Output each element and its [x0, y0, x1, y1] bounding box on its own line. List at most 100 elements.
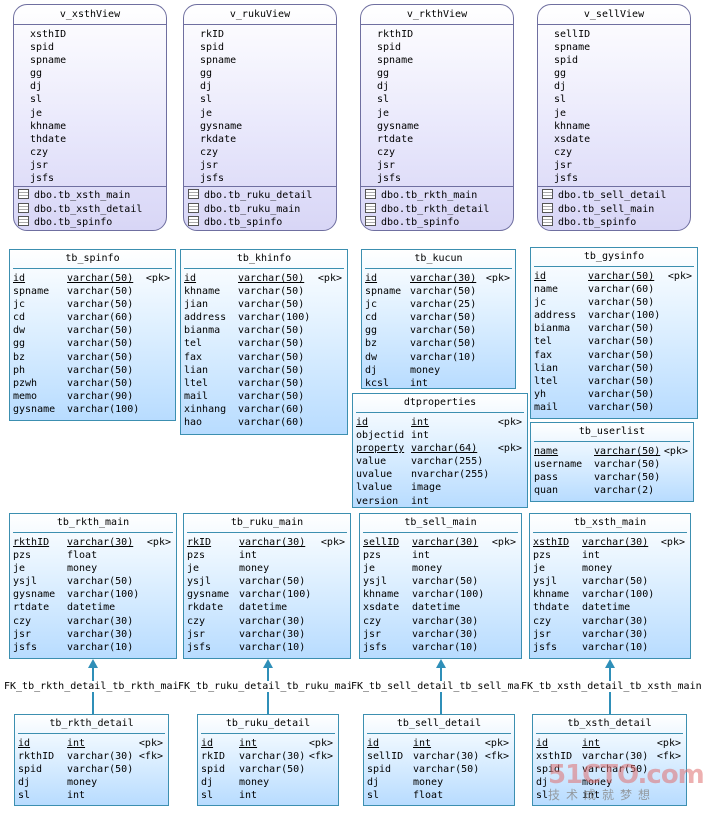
table-tb-userlist: tb_userlist name varchar(50) <pk> username va… [530, 422, 694, 502]
table-row: spid varchar(50) [367, 763, 511, 776]
column-type: varchar(60) [238, 417, 305, 429]
column-type: varchar(100) [67, 403, 140, 415]
column-type: varchar(100) [67, 589, 140, 601]
column-name: mail [534, 401, 559, 413]
table-icon [188, 202, 199, 213]
table-row: id varchar(50) <pk> [184, 272, 344, 285]
view-column: thdate [30, 133, 67, 145]
table-row: pzs int [533, 549, 687, 562]
column-name: jsfs [533, 641, 558, 653]
column-name: pzs [363, 550, 382, 562]
table-row: dw varchar(50) [13, 324, 172, 337]
table-icon [542, 202, 553, 213]
table-row: khname varchar(50) [184, 285, 344, 298]
column-name: id [184, 273, 197, 284]
view-source-table-name: dbo.tb_sell_detail [558, 190, 667, 201]
table-row: jsfs varchar(10) [13, 641, 173, 654]
table-row: ph varchar(50) [13, 364, 172, 377]
view-column: jsfs [30, 173, 55, 185]
column-key: <pk> [317, 273, 342, 284]
column-type: varchar(30) [239, 537, 306, 548]
view-column: je [30, 107, 43, 119]
table-columns: id varchar(30) <pk> spname varchar(50) jc varc… [362, 269, 515, 389]
table-row: id int <pk> [201, 737, 335, 750]
view-source-table: dbo.tb_xsth_main [18, 189, 166, 203]
column-type: varchar(50) [588, 271, 655, 282]
table-tb-gysinfo: tb_gysinfo id varchar(50) <pk> name varchar(6… [530, 247, 698, 419]
table-title: tb_userlist [534, 423, 690, 442]
table-tb-sell-detail: tb_sell_detail id int <pk> sellID varchar(30)… [363, 714, 515, 806]
table-columns: id int <pk> objectid int property varchar(64) <… [353, 413, 527, 507]
column-type: varchar(50) [239, 764, 306, 776]
column-type: varchar(50) [410, 325, 477, 337]
table-row: id varchar(30) <pk> [365, 272, 512, 285]
watermark-slogan: 技术成就梦想 [548, 788, 657, 802]
column-type: varchar(30) [582, 537, 649, 548]
table-title: tb_gysinfo [534, 248, 694, 267]
view-column: sellID [554, 29, 591, 40]
column-name: jian [184, 299, 209, 311]
table-columns: id varchar(50) <pk> khname varchar(50) jian va… [181, 269, 347, 429]
table-columns: rkthID varchar(30) <pk> pzs float je money ysjl… [10, 533, 176, 654]
table-tb-sell-main: tb_sell_main sellID varchar(30) <pk> pzs int j… [359, 513, 522, 659]
column-type: int [410, 377, 429, 389]
table-tb-kucun: tb_kucun id varchar(30) <pk> spname varchar(5… [361, 249, 516, 389]
view-source-tables: dbo.tb_xsth_main dbo.tb_xsth_detail dbo.tb… [14, 187, 166, 230]
table-row: czy varchar(30) [533, 615, 687, 628]
column-type: varchar(30) [412, 628, 479, 640]
view-source-table-name: dbo.tb_rkth_detail [381, 203, 490, 215]
column-name: gysname [13, 403, 56, 415]
view-column: je [200, 107, 213, 119]
view-source-table-name: dbo.tb_ruku_detail [204, 190, 313, 201]
column-name: yh [534, 388, 547, 400]
column-name: ph [13, 364, 26, 376]
column-name: khname [363, 589, 400, 601]
column-type: varchar(64) [411, 443, 478, 455]
view-column: dj [30, 81, 43, 93]
view-column: sl [377, 94, 390, 106]
view-column: gg [30, 68, 43, 80]
column-type: int [582, 738, 601, 749]
column-name: spid [367, 764, 392, 776]
column-name: id [365, 273, 378, 284]
view-source-table-name: dbo.tb_sell_main [558, 203, 655, 215]
view-source-table: dbo.tb_rkth_main [365, 189, 513, 203]
view-column: spname [554, 42, 591, 54]
column-name: je [363, 563, 376, 575]
table-row: xsdate datetime [363, 601, 518, 614]
column-name: lvalue [356, 482, 393, 494]
fk-arrow-icon [605, 659, 615, 668]
column-type: varchar(100) [412, 589, 485, 601]
column-type: varchar(10) [582, 641, 649, 653]
column-key: <pk> [491, 537, 516, 548]
column-name: ysjl [187, 576, 212, 588]
view-title: v_sellView [538, 5, 690, 25]
view-column: sl [200, 94, 213, 106]
column-name: kcsl [365, 377, 390, 389]
column-type: varchar(30) [412, 537, 479, 548]
column-type: varchar(50) [238, 390, 305, 402]
column-type: varchar(10) [67, 641, 134, 653]
column-type: varchar(50) [410, 338, 477, 350]
column-type: int [67, 738, 86, 749]
column-name: pzwh [13, 377, 38, 389]
table-row: jsfs varchar(10) [187, 641, 347, 654]
table-icon [188, 189, 199, 199]
column-name: khname [184, 286, 221, 298]
column-type: varchar(50) [588, 323, 655, 335]
column-type: varchar(50) [238, 299, 305, 311]
table-row: name varchar(50) <pk> [534, 445, 690, 458]
column-key: <pk> [663, 446, 688, 457]
column-type: varchar(50) [238, 338, 305, 350]
view-source-table-name: dbo.tb_xsth_detail [34, 203, 143, 215]
column-name: spid [201, 764, 226, 776]
column-name: pzs [13, 550, 32, 562]
table-title: tb_khinfo [184, 250, 344, 269]
table-title: tb_ruku_main [187, 514, 347, 533]
view-source-table-name: dbo.tb_spinfo [34, 217, 113, 229]
table-icon [18, 189, 29, 199]
column-type: varchar(100) [238, 312, 311, 324]
view-column: dj [377, 81, 390, 93]
table-row: sellID varchar(30) <pk> [363, 536, 518, 549]
table-row: thdate datetime [533, 601, 687, 614]
